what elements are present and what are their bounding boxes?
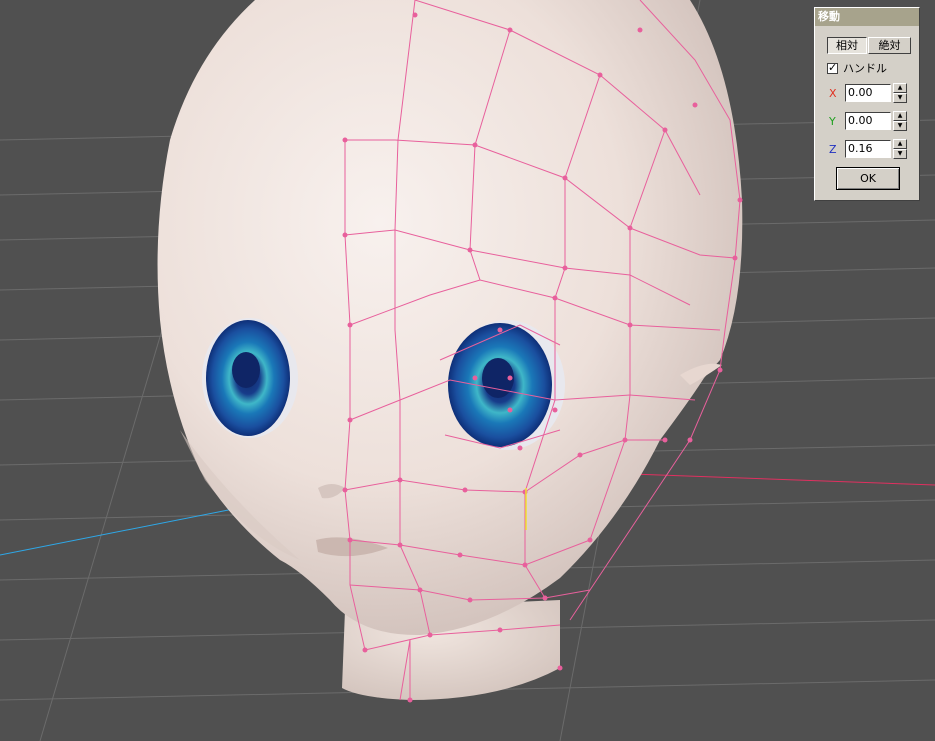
z-row: Z 0.16 ▲ ▼ xyxy=(829,139,907,159)
head xyxy=(157,0,743,636)
checkmark-icon: ✓ xyxy=(828,60,838,74)
right-eye xyxy=(448,320,565,450)
x-spinner[interactable]: ▲ ▼ xyxy=(893,83,907,103)
move-tool-window: 移動 相対 絶対 ✓ ハンドル X 0.00 ▲ ▼ Y 0.00 ▲ ▼ Z … xyxy=(814,7,920,201)
z-spinner[interactable]: ▲ ▼ xyxy=(893,139,907,159)
ok-button[interactable]: OK xyxy=(836,167,900,190)
handle-checkbox[interactable]: ✓ xyxy=(827,60,838,74)
spin-up-icon[interactable]: ▲ xyxy=(893,83,907,93)
spin-down-icon[interactable]: ▼ xyxy=(893,121,907,131)
x-field[interactable]: 0.00 xyxy=(845,84,891,102)
z-field[interactable]: 0.16 xyxy=(845,140,891,158)
spin-up-icon[interactable]: ▲ xyxy=(893,139,907,149)
window-title[interactable]: 移動 xyxy=(815,8,919,26)
y-row: Y 0.00 ▲ ▼ xyxy=(829,111,907,131)
3d-viewport[interactable] xyxy=(0,0,935,741)
left-eye xyxy=(202,318,298,438)
y-field[interactable]: 0.00 xyxy=(845,112,891,130)
spin-up-icon[interactable]: ▲ xyxy=(893,111,907,121)
spin-down-icon[interactable]: ▼ xyxy=(893,93,907,103)
x-label: X xyxy=(829,86,837,100)
viewport-canvas[interactable] xyxy=(0,0,935,741)
handle-checkbox-label: ハンドル xyxy=(843,62,887,75)
absolute-mode-button[interactable]: 絶対 xyxy=(868,37,911,54)
spin-down-icon[interactable]: ▼ xyxy=(893,149,907,159)
handle-checkbox-row[interactable]: ✓ ハンドル xyxy=(827,61,887,75)
y-spinner[interactable]: ▲ ▼ xyxy=(893,111,907,131)
z-label: Z xyxy=(829,142,837,156)
relative-mode-button[interactable]: 相対 xyxy=(827,37,867,54)
y-label: Y xyxy=(829,114,836,128)
x-row: X 0.00 ▲ ▼ xyxy=(829,83,907,103)
